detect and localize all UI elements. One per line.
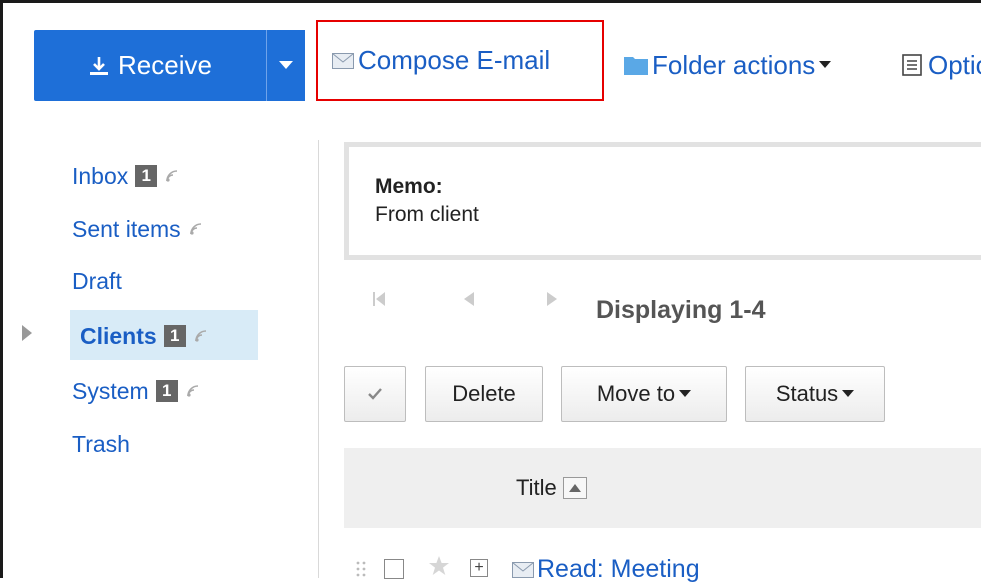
caret-down-icon xyxy=(819,61,832,69)
sidebar-item-inbox[interactable]: Inbox 1 xyxy=(72,160,179,192)
title-column-header: Title xyxy=(516,475,587,501)
list-icon xyxy=(902,54,922,76)
sidebar-item-draft[interactable]: Draft xyxy=(72,265,122,297)
sidebar-item-label: Inbox xyxy=(72,162,129,189)
sidebar-item-label: Draft xyxy=(72,267,122,294)
folder-memo: Memo: From client xyxy=(344,142,981,260)
move-to-button[interactable]: Move to xyxy=(561,366,727,422)
folder-actions-label: Folder actions xyxy=(652,49,816,80)
unread-badge: 1 xyxy=(163,325,186,347)
drag-handle-icon[interactable] xyxy=(356,561,366,582)
receive-label: Receive xyxy=(118,50,212,80)
pagination-status: Displaying 1-4 xyxy=(596,296,766,324)
checkmark-icon xyxy=(367,381,383,407)
move-to-label: Move to xyxy=(596,381,676,406)
rss-icon xyxy=(194,329,208,343)
rss-icon xyxy=(165,169,179,183)
sidebar-item-label: Trash xyxy=(72,430,130,457)
status-label: Status xyxy=(775,381,839,406)
pane-divider xyxy=(318,140,319,578)
download-icon xyxy=(88,55,110,77)
caret-down-icon xyxy=(842,390,855,398)
chevron-down-icon xyxy=(279,57,293,75)
table-header: Title xyxy=(344,448,981,528)
envelope-icon xyxy=(332,52,354,69)
folder-icon xyxy=(624,55,648,75)
envelope-icon xyxy=(512,561,534,578)
table-row[interactable]: + Read: Meeting xyxy=(344,553,981,583)
sidebar-item-label: Clients xyxy=(80,322,157,349)
status-button[interactable]: Status xyxy=(745,366,885,422)
title-header-label: Title xyxy=(516,475,557,500)
receive-button[interactable]: Receive xyxy=(34,30,266,101)
previous-page-icon[interactable] xyxy=(464,292,474,311)
compose-email-label: Compose E-mail xyxy=(358,45,551,75)
next-page-icon[interactable] xyxy=(547,292,557,311)
sidebar-item-trash[interactable]: Trash xyxy=(72,428,130,460)
options-label: Options xyxy=(928,49,981,80)
sort-ascending-icon[interactable] xyxy=(562,477,587,499)
sidebar-item-label: Sent items xyxy=(72,215,181,242)
message-title-link[interactable]: Read: Meeting xyxy=(512,555,700,584)
sidebar-item-label: System xyxy=(72,377,149,404)
rss-icon xyxy=(186,384,200,398)
compose-email-button[interactable]: Compose E-mail xyxy=(316,20,604,101)
receive-dropdown-button[interactable] xyxy=(266,30,305,101)
options-menu[interactable]: Options xyxy=(902,45,981,85)
first-page-icon[interactable] xyxy=(373,291,385,312)
unread-badge: 1 xyxy=(135,165,158,187)
unread-badge: 1 xyxy=(155,380,178,402)
caret-down-icon xyxy=(679,390,692,398)
sidebar-item-system[interactable]: System 1 xyxy=(72,375,200,407)
sidebar-item-clients[interactable]: Clients 1 xyxy=(80,320,208,352)
folder-actions-menu[interactable]: Folder actions xyxy=(624,45,832,85)
expand-arrow-icon[interactable] xyxy=(22,325,32,346)
select-all-button[interactable] xyxy=(344,366,406,422)
expand-thread-icon[interactable]: + xyxy=(470,559,488,577)
message-title-label: Read: Meeting xyxy=(537,555,700,583)
delete-button[interactable]: Delete xyxy=(425,366,543,422)
sidebar-item-sent-items[interactable]: Sent items xyxy=(72,213,203,245)
rss-icon xyxy=(189,222,203,236)
row-checkbox[interactable] xyxy=(384,559,404,579)
memo-label: Memo: xyxy=(375,175,443,198)
delete-label: Delete xyxy=(452,381,516,406)
memo-text: From client xyxy=(375,203,479,226)
